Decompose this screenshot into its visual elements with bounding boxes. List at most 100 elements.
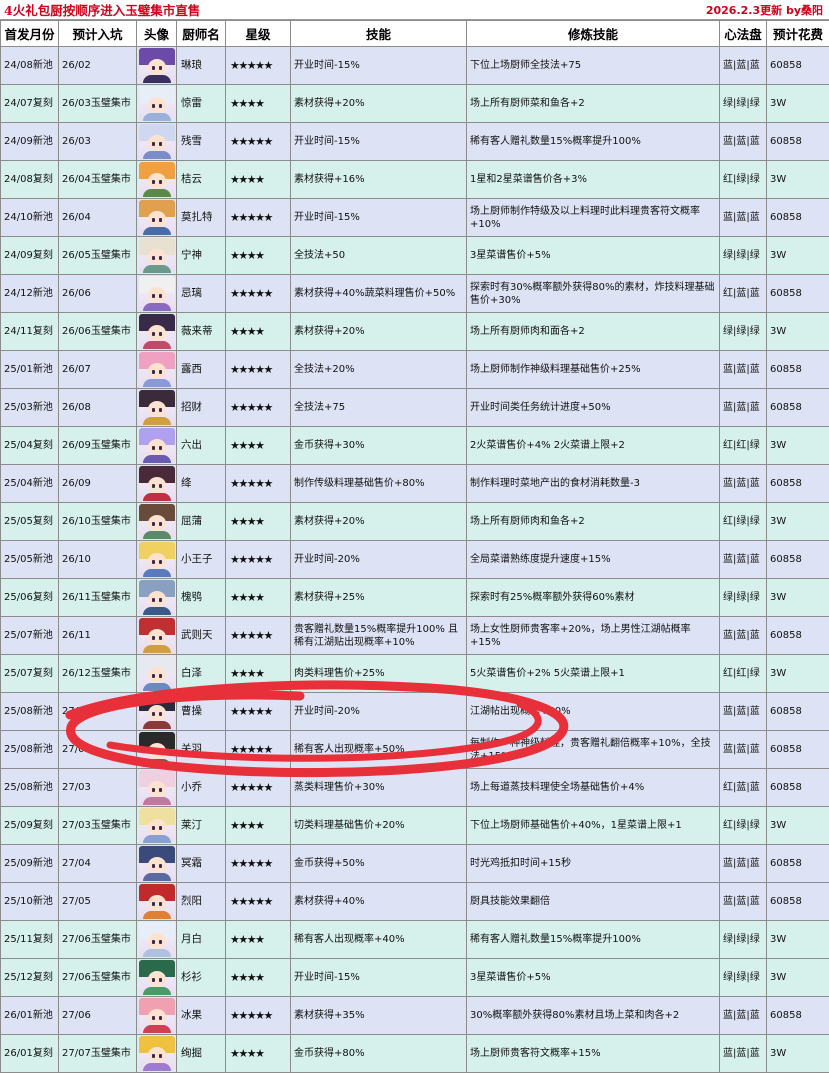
chef-name-cell: 残雪 — [177, 123, 226, 161]
avatar-eye — [159, 1054, 162, 1058]
entry-cell: 27/06 — [59, 997, 137, 1035]
first-month-cell: 25/03新池 — [1, 389, 59, 427]
avatar-cell — [137, 1035, 177, 1073]
heart-disk-cell: 蓝|蓝|蓝 — [720, 47, 767, 85]
avatar-eye — [159, 218, 162, 222]
avatar-eye — [159, 826, 162, 830]
heart-disk-cell: 蓝|蓝|蓝 — [720, 465, 767, 503]
star-rating-cell: ★★★★★ — [226, 845, 291, 883]
chef-name-cell: 琳琅 — [177, 47, 226, 85]
avatar-eye — [159, 864, 162, 868]
skill-cell: 开业时间-15% — [291, 123, 467, 161]
table-row: 24/08新池26/02琳琅★★★★★开业时间-15%下位上场厨师全技法+75蓝… — [1, 47, 829, 85]
avatar-face — [148, 249, 166, 265]
star-rating-cell: ★★★★ — [226, 427, 291, 465]
table-row: 25/09新池27/04冥霜★★★★★金币获得+50%时光鸡抵扣时间+15秒蓝|… — [1, 845, 829, 883]
star-rating-cell: ★★★★ — [226, 85, 291, 123]
avatar-ningshen — [139, 238, 175, 273]
avatar-body — [143, 341, 171, 349]
heart-disk-cell: 绿|绿|绿 — [720, 921, 767, 959]
first-month-cell: 25/12复刻 — [1, 959, 59, 997]
cost-cell: 3W — [767, 427, 829, 465]
table-row: 25/04新池26/09绛★★★★★制作传级料理基础售价+80%制作料理时菜地产… — [1, 465, 829, 503]
cultivate-skill-cell: 开业时间类任务统计进度+50% — [467, 389, 720, 427]
avatar-cell — [137, 275, 177, 313]
avatar-eye — [159, 712, 162, 716]
first-month-cell: 25/01新池 — [1, 351, 59, 389]
chef-name-cell: 露西 — [177, 351, 226, 389]
heart-disk-cell: 蓝|蓝|蓝 — [720, 1035, 767, 1073]
cost-cell: 60858 — [767, 617, 829, 655]
heart-disk-cell: 红|蓝|蓝 — [720, 769, 767, 807]
entry-cell: 26/12玉璧集市 — [59, 655, 137, 693]
cost-cell: 3W — [767, 237, 829, 275]
avatar-cell — [137, 845, 177, 883]
first-month-cell: 25/07新池 — [1, 617, 59, 655]
cultivate-skill-cell: 1星和2星菜谱售价各+3% — [467, 161, 720, 199]
table-row: 25/07复刻26/12玉璧集市白泽★★★★肉类料理售价+25%5火菜谱售价+2… — [1, 655, 829, 693]
avatar-face — [148, 515, 166, 531]
avatar-cell — [137, 541, 177, 579]
chef-name-cell: 六出 — [177, 427, 226, 465]
cost-cell: 3W — [767, 959, 829, 997]
heart-disk-cell: 蓝|蓝|蓝 — [720, 351, 767, 389]
chef-name-cell: 屈蒲 — [177, 503, 226, 541]
avatar-wuzetian — [139, 618, 175, 653]
heart-disk-cell: 绿|绿|绿 — [720, 579, 767, 617]
chef-name-cell: 冥霜 — [177, 845, 226, 883]
star-rating-cell: ★★★★★ — [226, 389, 291, 427]
cost-cell: 60858 — [767, 769, 829, 807]
col-header-stars: 星级 — [226, 21, 291, 47]
avatar-eye — [152, 902, 155, 906]
star-rating-cell: ★★★★★ — [226, 997, 291, 1035]
cultivate-skill-cell: 稀有客人赠礼数量15%概率提升100% — [467, 921, 720, 959]
avatar-linlang — [139, 48, 175, 83]
chef-name-cell: 小王子 — [177, 541, 226, 579]
avatar-mingshuang — [139, 846, 175, 881]
table-row: 25/03新池26/08招财★★★★★全技法+75开业时间类任务统计进度+50%… — [1, 389, 829, 427]
star-rating-cell: ★★★★★ — [226, 883, 291, 921]
avatar-eye — [152, 598, 155, 602]
col-header-first-month: 首发月份 — [1, 21, 59, 47]
avatar-eye — [159, 978, 162, 982]
cost-cell: 3W — [767, 85, 829, 123]
entry-cell: 26/04 — [59, 199, 137, 237]
first-month-cell: 24/07复刻 — [1, 85, 59, 123]
avatar-liuchu — [139, 428, 175, 463]
avatar-eye — [152, 978, 155, 982]
avatar-body — [143, 987, 171, 995]
entry-cell: 26/10玉璧集市 — [59, 503, 137, 541]
star-rating-cell: ★★★★★ — [226, 275, 291, 313]
table-row: 26/01新池27/06冰果★★★★★素材获得+35%30%概率额外获得80%素… — [1, 997, 829, 1035]
col-header-cost: 预计花费 — [767, 21, 829, 47]
skill-cell: 开业时间-15% — [291, 199, 467, 237]
avatar-moting — [139, 808, 175, 843]
chef-name-cell: 杉衫 — [177, 959, 226, 997]
avatar-body — [143, 949, 171, 957]
avatar-cell — [137, 769, 177, 807]
first-month-cell: 25/09新池 — [1, 845, 59, 883]
first-month-cell: 24/09新池 — [1, 123, 59, 161]
avatar-eye — [159, 788, 162, 792]
skill-cell: 素材获得+40%蔬菜料理售价+50% — [291, 275, 467, 313]
avatar-eye — [152, 1016, 155, 1020]
first-month-cell: 26/01复刻 — [1, 1035, 59, 1073]
star-rating-cell: ★★★★★ — [226, 693, 291, 731]
avatar-eye — [152, 446, 155, 450]
heart-disk-cell: 蓝|蓝|蓝 — [720, 845, 767, 883]
star-rating-cell: ★★★★ — [226, 503, 291, 541]
table-row: 26/01复刻27/07玉璧集市绚掘★★★★金币获得+80%场上厨师贵客符文概率… — [1, 1035, 829, 1073]
cultivate-skill-cell: 厨具技能效果翻倍 — [467, 883, 720, 921]
skill-cell: 肉类料理售价+25% — [291, 655, 467, 693]
avatar-eye — [152, 560, 155, 564]
avatar-body — [143, 797, 171, 805]
cultivate-skill-cell: 场上所有厨师肉和面各+2 — [467, 313, 720, 351]
avatar-eye — [152, 218, 155, 222]
avatar-face — [148, 971, 166, 987]
cultivate-skill-cell: 场上厨师制作神级料理基础售价+25% — [467, 351, 720, 389]
cultivate-skill-cell: 江湖帖出现概率+40% — [467, 693, 720, 731]
avatar-face — [148, 363, 166, 379]
avatar-body — [143, 227, 171, 235]
avatar-eye — [152, 294, 155, 298]
avatar-eye — [152, 484, 155, 488]
